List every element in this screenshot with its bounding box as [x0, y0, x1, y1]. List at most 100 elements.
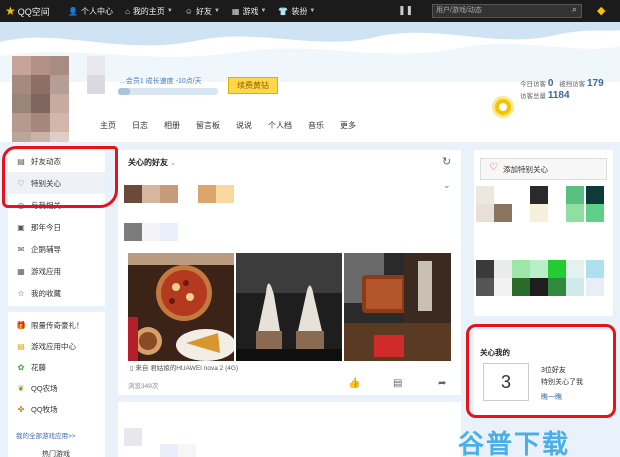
growth-progress-bar	[118, 88, 218, 95]
tab-profile[interactable]: 个人档	[268, 120, 292, 131]
app-item-game-center[interactable]: ▤ 游戏应用中心	[8, 335, 105, 357]
tab-blog[interactable]: 日志	[132, 120, 148, 131]
friend-avatar[interactable]	[566, 278, 584, 296]
sidebar-item-favorites[interactable]: ☆ 我的收藏	[8, 282, 105, 304]
comment-icon[interactable]: ▤	[393, 378, 402, 389]
friend-avatar[interactable]	[494, 204, 512, 222]
app-label: 限量传奇豪礼！	[31, 320, 84, 330]
chevron-down-icon: ▼	[166, 8, 173, 14]
qzone-logo[interactable]: ★ QQ空间	[0, 4, 68, 18]
friend-avatar[interactable]	[160, 444, 178, 457]
friend-avatar[interactable]	[142, 223, 160, 241]
feed-card: 关心的好友 ⌄ ↻ ⌄ ▯ 来自 君姑娘的HUAWEI nova 2 (4G) …	[118, 150, 461, 395]
friend-avatar[interactable]	[512, 278, 530, 296]
star-logo-icon: ★	[5, 4, 16, 18]
friend-avatar[interactable]	[124, 223, 142, 241]
hot-games-heading: 热门游戏	[42, 451, 70, 457]
home-icon: ⌂	[124, 6, 130, 16]
heart-icon: ♡	[489, 162, 498, 173]
visit-row-total[interactable]: 访客总量 1184	[520, 90, 570, 101]
chevron-down-icon: ▼	[213, 8, 220, 14]
friend-avatar[interactable]	[512, 260, 530, 278]
friend-avatar[interactable]	[494, 278, 512, 296]
friend-avatar[interactable]	[142, 185, 160, 203]
friend-avatar[interactable]	[530, 204, 548, 222]
friend-avatar[interactable]	[530, 278, 548, 296]
share-icon[interactable]: ➦	[438, 378, 446, 389]
tab-album[interactable]: 相册	[164, 120, 180, 131]
search-icon[interactable]: ⌕	[572, 4, 577, 15]
add-special-care-button[interactable]: ♡ 添加特别关心	[480, 158, 607, 180]
friend-avatar[interactable]	[178, 444, 196, 457]
nav-my-homepage[interactable]: ⌂ 我的主页 ▼	[125, 6, 173, 17]
friend-avatar[interactable]	[586, 260, 604, 278]
avatar[interactable]	[12, 56, 69, 142]
feed-card-next	[118, 402, 461, 457]
friend-avatar[interactable]	[476, 278, 494, 296]
photo-icecream[interactable]	[236, 253, 342, 361]
yellow-diamond-icon[interactable]: ◆	[597, 4, 605, 17]
tab-music[interactable]: 音乐	[308, 120, 324, 131]
like-icon[interactable]: 👍	[348, 378, 360, 389]
nav-games[interactable]: ▦ 游戏 ▼	[232, 6, 267, 17]
renew-yellow-diamond-button[interactable]: 续费黄钻	[228, 77, 278, 94]
dressup-icon: 👕	[278, 6, 289, 16]
app-item-flower[interactable]: ✿ 花藤	[8, 356, 105, 378]
friend-avatar[interactable]	[160, 185, 178, 203]
blocked-visitors-value: 179	[587, 78, 604, 89]
app-label: QQ农场	[31, 383, 58, 393]
friend-avatar[interactable]	[586, 186, 604, 204]
favorites-icon: ☆	[17, 288, 25, 298]
friend-avatar[interactable]	[124, 185, 142, 203]
tab-shuoshuo[interactable]: 说说	[236, 120, 252, 131]
friend-avatar[interactable]	[548, 260, 566, 278]
app-label: 游戏应用中心	[31, 341, 76, 351]
friend-avatar[interactable]	[566, 186, 584, 204]
logo-text: QQ空间	[17, 6, 50, 17]
friend-avatar[interactable]	[494, 186, 512, 204]
app-item-ranch[interactable]: ✤ QQ牧场	[8, 398, 105, 420]
friend-avatar[interactable]	[530, 260, 548, 278]
collapse-chevron-icon[interactable]: ⌄	[443, 180, 451, 191]
refresh-icon[interactable]: ↻	[442, 155, 451, 168]
tab-guestbook[interactable]: 留言板	[196, 120, 220, 131]
flower-icon: ✿	[17, 362, 25, 372]
search-input[interactable]: 用户/游戏/动态	[432, 4, 582, 18]
sidebar-item-this-day[interactable]: ▣ 那年今日	[8, 216, 105, 238]
tab-more[interactable]: 更多	[340, 120, 356, 131]
sidebar-item-game-apps[interactable]: ▦ 游戏应用	[8, 260, 105, 282]
blocked-visitors-label: 被挡访客	[559, 81, 586, 88]
friend-avatar[interactable]	[586, 204, 604, 222]
app-item-farm[interactable]: ❦ QQ农场	[8, 377, 105, 399]
friend-avatar[interactable]	[586, 278, 604, 296]
nav-dressup[interactable]: 👕 装扮 ▼	[278, 6, 315, 17]
all-apps-link[interactable]: 我的全部游戏应用>>	[16, 430, 76, 440]
post-source-text: 来自 君姑娘的HUAWEI nova 2 (4G)	[135, 365, 239, 372]
friend-avatar[interactable]	[566, 204, 584, 222]
visit-row-today[interactable]: 今日访客 0 被挡访客 179	[520, 78, 604, 89]
app-item-gift[interactable]: 🎁 限量传奇豪礼！	[8, 314, 105, 336]
feed-title[interactable]: 关心的好友 ⌄	[128, 157, 176, 168]
friend-avatar[interactable]	[566, 260, 584, 278]
friend-avatar[interactable]	[548, 278, 566, 296]
nav-friends[interactable]: ☺ 好友 ▼	[185, 6, 220, 17]
red-annotation-care-card	[466, 324, 616, 418]
friend-avatar[interactable]	[476, 260, 494, 278]
friend-avatar[interactable]	[216, 185, 234, 203]
photo-pizza[interactable]	[128, 253, 234, 361]
friend-avatar[interactable]	[476, 186, 494, 204]
music-pause-icon[interactable]: ❚❚	[398, 5, 413, 16]
tab-home[interactable]: 主页	[100, 120, 116, 131]
friend-avatar[interactable]	[160, 223, 178, 241]
friend-avatar[interactable]	[124, 428, 142, 446]
top-navbar: ★ QQ空间 👤 个人中心 ⌂ 我的主页 ▼ ☺ 好友 ▼ ▦ 游戏 ▼ 👕 装…	[0, 0, 620, 22]
nav-personal-center[interactable]: 👤 个人中心	[68, 6, 113, 17]
watermark-logo: 谷普下载	[458, 430, 571, 457]
photo-bbq[interactable]	[344, 253, 451, 361]
sidebar-item-tutoring[interactable]: ✉ 企鹅辅导	[8, 238, 105, 260]
chevron-down-icon: ⌄	[170, 160, 177, 167]
friend-avatar[interactable]	[198, 185, 216, 203]
friend-avatar[interactable]	[476, 204, 494, 222]
friend-avatar[interactable]	[494, 260, 512, 278]
friend-avatar[interactable]	[530, 186, 548, 204]
